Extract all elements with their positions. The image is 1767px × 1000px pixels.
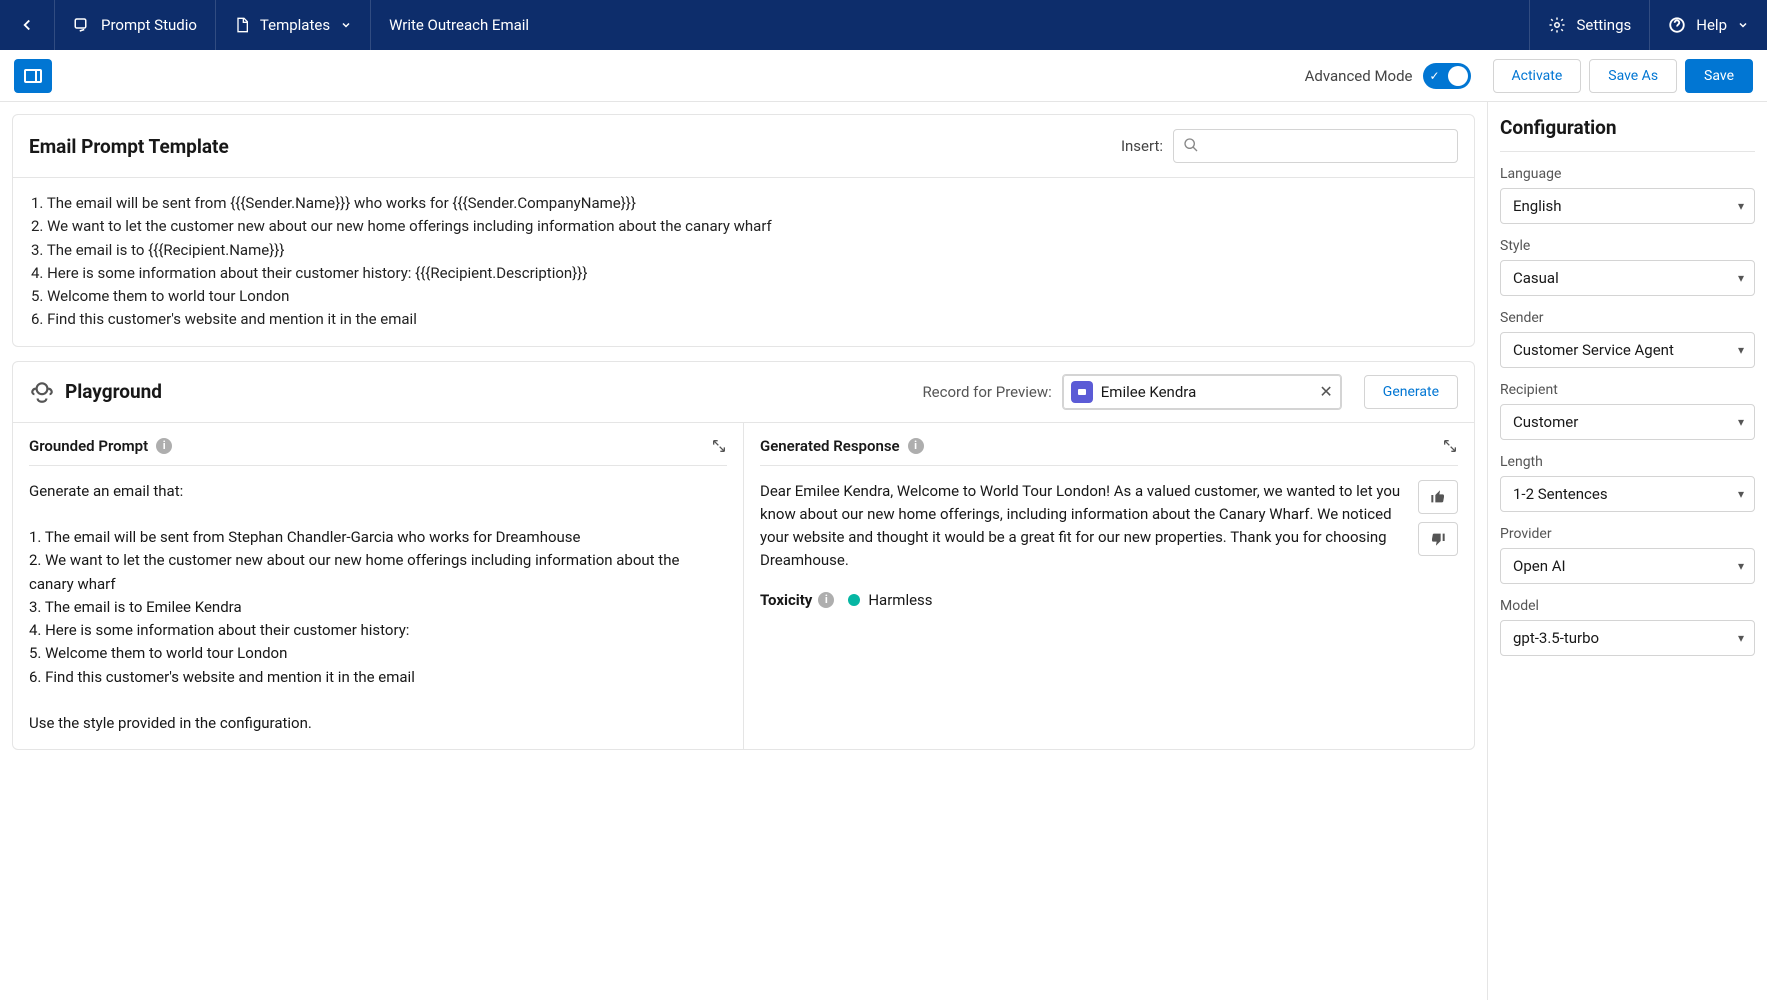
check-icon: ✓ (1430, 69, 1440, 83)
search-icon (1183, 137, 1199, 153)
einstein-icon (29, 379, 55, 405)
playground-title: Playground (65, 380, 162, 403)
app-name-label: Prompt Studio (101, 16, 197, 34)
insert-label: Insert: (1121, 137, 1163, 155)
thumbs-up-button[interactable] (1418, 480, 1458, 514)
back-button[interactable] (0, 0, 55, 50)
thumbs-up-icon (1430, 489, 1446, 505)
arrow-left-icon (18, 16, 36, 34)
language-label: Language (1500, 166, 1755, 182)
length-select[interactable]: 1-2 Sentences (1500, 476, 1755, 512)
chevron-down-icon (1737, 19, 1749, 31)
sender-label: Sender (1500, 310, 1755, 326)
grounded-prompt-column: Grounded Prompt i Generate an email that… (13, 423, 744, 750)
generated-response-column: Generated Response i Dear Emilee Kendra,… (744, 423, 1474, 750)
record-value: Emilee Kendra (1101, 383, 1320, 401)
length-label: Length (1500, 454, 1755, 470)
thumbs-down-button[interactable] (1418, 522, 1458, 556)
configuration-panel: Configuration Language English Style Cas… (1487, 102, 1767, 1000)
playground-body: Grounded Prompt i Generate an email that… (13, 423, 1474, 750)
record-input[interactable]: Emilee Kendra ✕ (1062, 374, 1342, 410)
record-preview-label: Record for Preview: (922, 383, 1051, 401)
clear-record-button[interactable]: ✕ (1319, 382, 1332, 401)
playground-header: Playground Record for Preview: Emilee Ke… (13, 362, 1474, 423)
insert-search-input[interactable] (1173, 129, 1458, 163)
contact-icon (1071, 381, 1093, 403)
help-icon (1668, 16, 1686, 34)
toxicity-row: Toxicity i Harmless (760, 591, 1458, 609)
panel-toggle-button[interactable] (14, 59, 52, 93)
template-card-title: Email Prompt Template (29, 135, 229, 158)
info-icon[interactable]: i (908, 438, 924, 454)
info-icon[interactable]: i (156, 438, 172, 454)
template-body[interactable]: 1. The email will be sent from {{{Sender… (13, 178, 1474, 346)
style-select[interactable]: Casual (1500, 260, 1755, 296)
generate-button[interactable]: Generate (1364, 375, 1458, 409)
advanced-mode-label: Advanced Mode (1305, 67, 1413, 85)
toxicity-value: Harmless (868, 591, 932, 609)
templates-nav[interactable]: Templates (216, 0, 371, 50)
feedback-buttons (1418, 480, 1458, 573)
style-label: Style (1500, 238, 1755, 254)
expand-icon[interactable] (711, 438, 727, 454)
settings-nav[interactable]: Settings (1529, 0, 1649, 50)
help-nav[interactable]: Help (1649, 0, 1767, 50)
templates-label: Templates (260, 16, 330, 34)
expand-icon[interactable] (1442, 438, 1458, 454)
grounded-prompt-header: Grounded Prompt i (29, 437, 727, 466)
model-select[interactable]: gpt-3.5-turbo (1500, 620, 1755, 656)
breadcrumb-label: Write Outreach Email (389, 16, 529, 34)
panel-icon (24, 69, 42, 83)
configuration-title: Configuration (1500, 116, 1755, 152)
save-as-button[interactable]: Save As (1589, 59, 1677, 93)
gear-icon (1548, 16, 1566, 34)
provider-select[interactable]: Open AI (1500, 548, 1755, 584)
playground-card: Playground Record for Preview: Emilee Ke… (12, 361, 1475, 751)
thumbs-down-icon (1430, 531, 1446, 547)
template-card-header: Email Prompt Template Insert: (13, 115, 1474, 178)
left-column: Email Prompt Template Insert: 1. The ema… (0, 102, 1487, 1000)
grounded-prompt-body: Generate an email that: 1. The email wil… (29, 480, 727, 736)
prompt-studio-nav[interactable]: Prompt Studio (55, 0, 216, 50)
grounded-prompt-title: Grounded Prompt (29, 437, 148, 455)
generated-response-title: Generated Response (760, 437, 900, 455)
language-select[interactable]: English (1500, 188, 1755, 224)
advanced-mode-toggle[interactable]: ✓ (1423, 63, 1471, 89)
subheader: Advanced Mode ✓ Activate Save As Save (0, 50, 1767, 102)
activate-button[interactable]: Activate (1493, 59, 1582, 93)
help-label: Help (1696, 16, 1727, 34)
insert-search (1173, 129, 1458, 163)
recipient-select[interactable]: Customer (1500, 404, 1755, 440)
provider-label: Provider (1500, 526, 1755, 542)
info-icon[interactable]: i (818, 592, 834, 608)
save-button[interactable]: Save (1685, 59, 1753, 93)
generated-response-header: Generated Response i (760, 437, 1458, 466)
toxicity-label: Toxicity (760, 591, 812, 609)
recipient-label: Recipient (1500, 382, 1755, 398)
breadcrumb: Write Outreach Email (371, 0, 547, 50)
template-card: Email Prompt Template Insert: 1. The ema… (12, 114, 1475, 347)
settings-label: Settings (1576, 16, 1631, 34)
sender-select[interactable]: Customer Service Agent (1500, 332, 1755, 368)
app-header: Prompt Studio Templates Write Outreach E… (0, 0, 1767, 50)
model-label: Model (1500, 598, 1755, 614)
document-icon (234, 17, 250, 33)
generated-response-body: Dear Emilee Kendra, Welcome to World Tou… (760, 480, 1404, 573)
studio-icon (73, 16, 91, 34)
main-layout: Email Prompt Template Insert: 1. The ema… (0, 102, 1767, 1000)
chevron-down-icon (340, 19, 352, 31)
toxicity-status-dot (848, 594, 860, 606)
response-row: Dear Emilee Kendra, Welcome to World Tou… (760, 480, 1458, 573)
